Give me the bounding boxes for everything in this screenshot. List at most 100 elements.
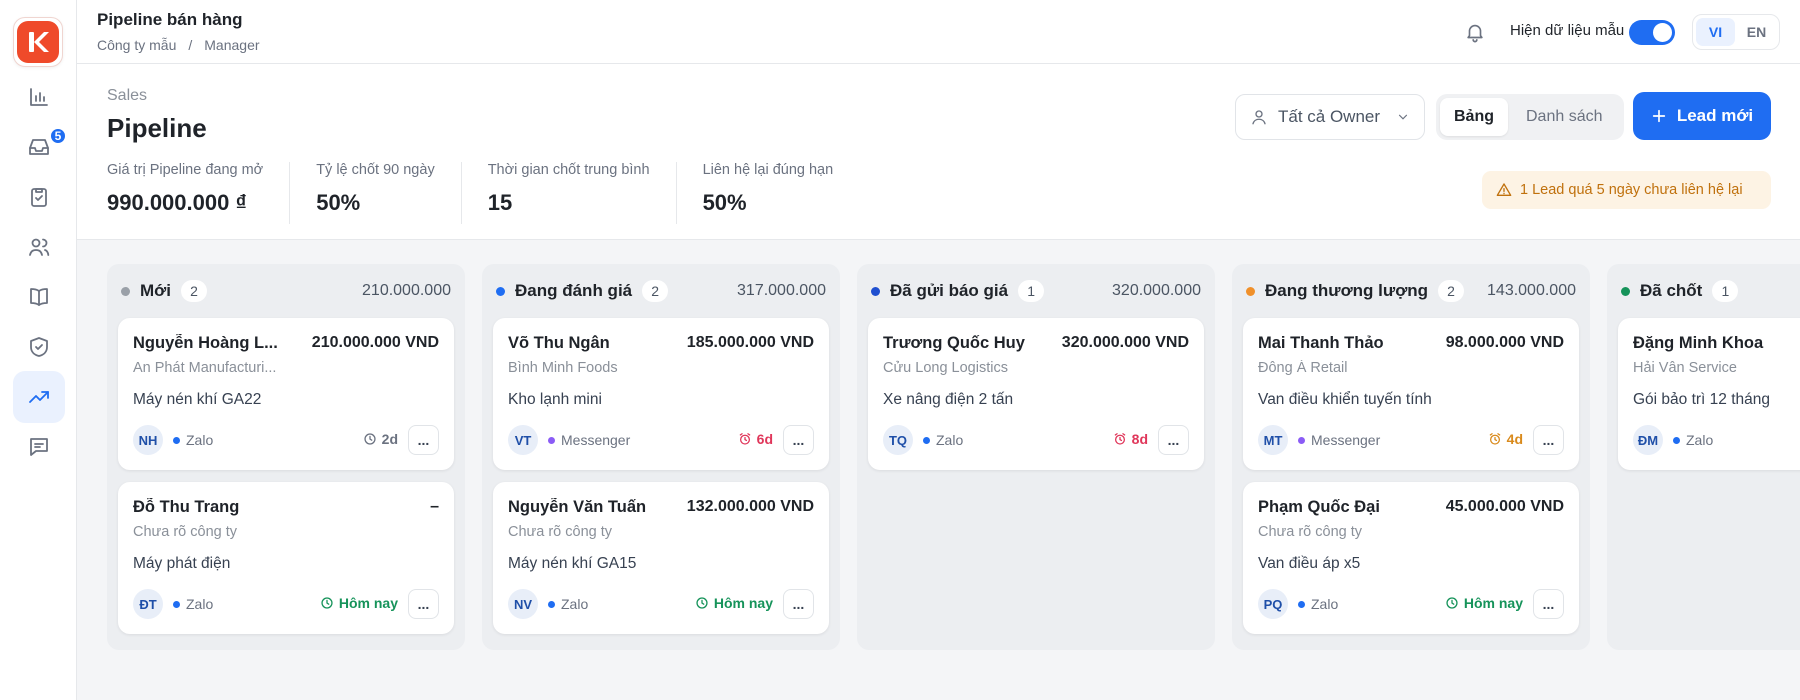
stat-follow-up-rate: Liên hệ lại đúng hạn 50%: [703, 162, 860, 224]
stat-label: Thời gian chốt trung bình: [487, 162, 650, 178]
bell-icon[interactable]: [1462, 19, 1488, 45]
more-actions-button[interactable]: ...: [783, 425, 814, 455]
lead-card[interactable]: Võ Thu Ngân 185.000.000 VND Bình Minh Food…: [493, 318, 829, 470]
lead-card[interactable]: Đặng Minh Khoa Hải Vân Service Gói bảo trì…: [1618, 318, 1800, 470]
lead-card[interactable]: Nguyễn Văn Tuấn 132.000.000 VND Chưa rõ cô…: [493, 482, 829, 634]
lead-name: Võ Thu Ngân: [508, 334, 610, 352]
lead-company: Hải Vân Service: [1633, 360, 1737, 376]
channel-dot: [548, 600, 555, 608]
column-count-badge: 2: [1438, 280, 1465, 302]
stat-pipeline-value: Giá trị Pipeline đang mở 990.000.000 ₫: [107, 162, 291, 224]
sidebar-item-inbox[interactable]: 5: [13, 121, 67, 173]
breadcrumb-company[interactable]: Công ty mẫu: [97, 37, 176, 53]
owner-avatar: VT: [508, 425, 538, 455]
lead-value: 320.000.000 VND: [1061, 334, 1189, 351]
view-list-button[interactable]: Danh sách: [1512, 98, 1617, 136]
stat-value: 50%: [702, 190, 747, 215]
stage-dot: [496, 286, 505, 296]
lead-value: 132.000.000 VND: [686, 498, 814, 515]
lead-channel: Zalo: [1673, 432, 1713, 448]
channel-label: Zalo: [561, 596, 589, 612]
lang-vi-button[interactable]: VI: [1696, 18, 1735, 46]
overdue-alert[interactable]: 1 Lead quá 5 ngày chưa liên hệ lại: [1482, 171, 1771, 209]
stat-value: 990.000.000 ₫: [107, 190, 247, 215]
sidebar-item-trending-up[interactable]: [13, 371, 65, 423]
last-contact-text: 6d: [756, 431, 773, 447]
lead-company: Bình Minh Foods: [508, 360, 618, 376]
more-actions-button[interactable]: ...: [1533, 425, 1564, 455]
last-contact-indicator: 2d: [363, 431, 398, 447]
more-actions-button[interactable]: ...: [783, 589, 814, 619]
lead-card[interactable]: Trương Quốc Huy 320.000.000 VND Cửu Long L…: [868, 318, 1204, 470]
owner-filter-label: Tất cả Owner: [1278, 107, 1381, 126]
column-total: 210.000.000: [362, 282, 451, 299]
last-contact-indicator: Hôm nay: [1445, 595, 1523, 611]
user-icon: [1252, 110, 1266, 125]
owner-avatar: ĐT: [133, 589, 163, 619]
book-icon: [30, 288, 48, 306]
stat-label: Giá trị Pipeline đang mở: [107, 162, 264, 178]
alarm-icon: [1488, 432, 1502, 446]
last-contact-text: 8d: [1131, 431, 1148, 447]
stage-dot: [121, 286, 130, 296]
more-actions-button[interactable]: ...: [1533, 589, 1564, 619]
app-logo[interactable]: [13, 17, 63, 67]
last-contact-text: 4d: [1506, 431, 1523, 447]
stat-avg-close-time: Thời gian chốt trung bình 15: [488, 162, 677, 224]
channel-dot: [1673, 436, 1680, 444]
lead-card[interactable]: Mai Thanh Thảo 98.000.000 VND Đông Á Retai…: [1243, 318, 1579, 470]
owner-filter-select[interactable]: Tất cả Owner: [1235, 94, 1425, 140]
last-contact-text: 2d: [381, 431, 398, 447]
stat-label: Liên hệ lại đúng hạn: [702, 162, 834, 178]
sidebar-item-message[interactable]: [13, 421, 65, 473]
channel-dot: [923, 436, 930, 444]
chevron-down-icon: [1398, 114, 1408, 120]
column-title: Đang thương lượng: [1265, 281, 1429, 300]
lead-name: Đặng Minh Khoa: [1633, 334, 1764, 352]
pipeline-column: Đã chốt 1 Đặng Minh Khoa Hải Vân Service Gói…: [1607, 264, 1800, 650]
owner-avatar: ĐM: [1633, 425, 1663, 455]
more-actions-button[interactable]: ...: [1158, 425, 1189, 455]
sidebar-item-book[interactable]: [13, 271, 65, 323]
shield-check-icon: [30, 337, 48, 357]
sidebar-item-users[interactable]: [13, 221, 65, 273]
lang-en-button[interactable]: EN: [1737, 18, 1776, 46]
last-contact-text: Hôm nay: [1463, 595, 1523, 611]
lead-product: Máy nén khí GA22: [133, 391, 262, 408]
lead-card[interactable]: Đỗ Thu Trang – Chưa rõ công ty Máy phát điệ…: [118, 482, 454, 634]
lead-name: Phạm Quốc Đại: [1258, 498, 1380, 516]
clock-icon: [695, 596, 709, 610]
owner-avatar: NH: [133, 425, 163, 455]
sidebar-item-chart[interactable]: [13, 71, 65, 123]
inbox-icon: [29, 139, 49, 155]
page-eyebrow: Sales: [107, 87, 148, 104]
column-count-badge: 2: [642, 280, 669, 302]
view-board-button[interactable]: Bảng: [1440, 98, 1508, 136]
alarm-icon: [1113, 432, 1127, 446]
new-lead-button[interactable]: Lead mới: [1633, 92, 1771, 140]
lead-value: 210.000.000 VND: [311, 334, 439, 351]
owner-avatar: TQ: [883, 425, 913, 455]
lead-name: Nguyễn Văn Tuấn: [508, 498, 647, 516]
lead-channel: Messenger: [1298, 432, 1380, 448]
more-actions-button[interactable]: ...: [408, 425, 439, 455]
lead-company: Chưa rõ công ty: [133, 524, 238, 540]
sample-data-toggle[interactable]: [1629, 20, 1675, 45]
lead-name: Trương Quốc Huy: [883, 334, 1025, 352]
last-contact-text: Hôm nay: [338, 595, 398, 611]
channel-dot: [173, 600, 180, 608]
lead-name: Đỗ Thu Trang: [133, 498, 240, 516]
column-count-badge: 2: [180, 280, 207, 302]
lead-company: Đông Á Retail: [1258, 360, 1348, 376]
sidebar-item-shield-check[interactable]: [13, 321, 65, 373]
more-actions-button[interactable]: ...: [408, 589, 439, 619]
channel-label: Zalo: [186, 596, 214, 612]
pipeline-column: Đang đánh giá 2 317.000.000 Võ Thu Ngân 185.…: [482, 264, 840, 650]
toggle-knob: [1653, 23, 1672, 42]
sidebar-item-clipboard-check[interactable]: [13, 171, 65, 223]
lead-card[interactable]: Nguyễn Hoàng L... 210.000.000 VND An Phát …: [118, 318, 454, 470]
owner-avatar: NV: [508, 589, 538, 619]
column-header: Mới 2 210.000.000: [121, 278, 451, 304]
trending-up-icon: [29, 391, 49, 403]
lead-card[interactable]: Phạm Quốc Đại 45.000.000 VND Chưa rõ công …: [1243, 482, 1579, 634]
